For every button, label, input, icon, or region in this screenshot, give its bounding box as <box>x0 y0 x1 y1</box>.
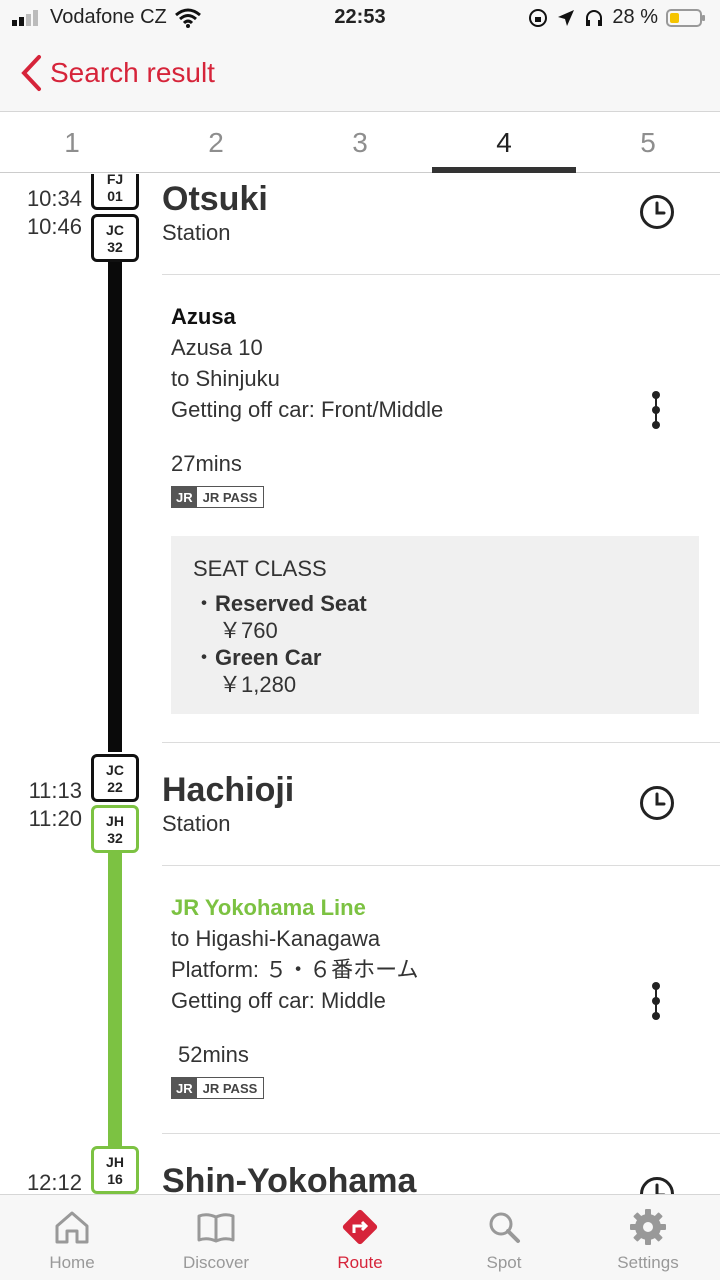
getting-off-car: Getting off car: Front/Middle <box>171 397 444 422</box>
gear-icon <box>630 1209 666 1245</box>
tab-settings[interactable]: Settings <box>576 1195 720 1280</box>
departure-time: 11:20 <box>28 806 82 831</box>
chevron-left-icon <box>21 55 41 91</box>
seat-class-heading: SEAT CLASS <box>193 556 327 581</box>
chuo-line-bar <box>108 262 122 752</box>
tab-route-2[interactable]: 2 <box>144 113 288 172</box>
back-button[interactable]: Search result <box>20 54 215 92</box>
train-name: Azusa <box>171 304 236 329</box>
arrival-time: 11:13 <box>28 778 82 803</box>
lock-rotation-icon <box>529 8 548 27</box>
tab-home[interactable]: Home <box>0 1195 144 1280</box>
travel-duration: 52mins <box>178 1042 249 1067</box>
home-icon <box>55 1211 89 1244</box>
status-bar: Vodafone CZ 22:53 28 % <box>0 0 720 36</box>
tab-spot[interactable]: Spot <box>432 1195 576 1280</box>
tab-route-4[interactable]: 4 <box>432 113 576 173</box>
arrival-time: 10:34 <box>26 186 82 211</box>
jr-logo: JR <box>172 1078 197 1098</box>
route-detail: 10:34 10:46 FJ 01 JC 32 Otsuki Station Azu… <box>0 174 720 1194</box>
train-segment-info: JR Yokohama Line to Higashi-Kanagawa Pla… <box>171 892 418 1016</box>
station-name[interactable]: Otsuki <box>162 180 268 219</box>
yokohama-line-bar <box>108 852 122 1148</box>
getting-off-car: Getting off car: Middle <box>171 988 386 1013</box>
divider <box>162 274 720 275</box>
battery-icon <box>666 8 705 27</box>
jr-pass-label: JR PASS <box>202 1080 258 1096</box>
platform-info: Platform: ５・６番ホーム <box>171 957 419 982</box>
book-icon <box>197 1213 235 1243</box>
location-icon <box>558 9 575 26</box>
tab-label: Route <box>337 1253 383 1272</box>
jr-pass-label: JR PASS <box>202 489 258 505</box>
tab-discover[interactable]: Discover <box>144 1195 288 1280</box>
clock-icon[interactable] <box>639 194 675 230</box>
route-icon <box>342 1209 378 1245</box>
train-direction: to Higashi-Kanagawa <box>171 926 381 951</box>
tab-label: Home <box>49 1253 95 1272</box>
divider <box>162 1133 720 1134</box>
tab-route[interactable]: Route <box>288 1195 432 1280</box>
bottom-tab-bar: Home Discover Route Spot Settings <box>0 1194 720 1280</box>
battery-percent: 28 % <box>612 6 658 28</box>
train-direction: to Shinjuku <box>171 366 280 391</box>
more-vertical-icon[interactable] <box>646 390 666 430</box>
divider <box>162 865 720 866</box>
headphones-icon <box>586 9 603 26</box>
tab-label: Settings <box>617 1253 679 1272</box>
station-name[interactable]: Shin-Yokohama <box>162 1162 416 1194</box>
search-icon <box>489 1212 520 1243</box>
departure-time: 10:46 <box>26 214 82 239</box>
clock-icon[interactable] <box>639 1176 675 1194</box>
station-label: Station <box>162 811 231 836</box>
navigation-bar: Search result <box>0 36 720 112</box>
tab-route-5[interactable]: 5 <box>576 113 720 172</box>
tab-label: Spot <box>486 1253 522 1272</box>
seat-class-price: ￥1,280 <box>219 672 297 697</box>
more-vertical-icon[interactable] <box>646 981 666 1021</box>
station-code-badge: JH 32 <box>91 805 139 853</box>
station-code-badge: FJ 01 <box>91 174 139 210</box>
station-code-badge: JH 16 <box>91 1146 139 1194</box>
station-label: Station <box>162 220 231 245</box>
back-label: Search result <box>50 57 215 88</box>
jr-logo: JR <box>172 487 197 507</box>
station-code-badge: JC 32 <box>91 214 139 262</box>
route-tabs: 1 2 3 4 5 <box>0 113 720 173</box>
seat-class-panel: SEAT CLASS ・Reserved Seat ￥760 ・Green Ca… <box>171 536 699 714</box>
tab-label: Discover <box>182 1253 250 1272</box>
jr-pass-badge: JR JR PASS <box>171 1077 265 1099</box>
jr-pass-badge: JR JR PASS <box>171 486 265 508</box>
station-code-badge: JC 22 <box>91 754 139 802</box>
station-name[interactable]: Hachioji <box>162 771 294 810</box>
line-name: JR Yokohama Line <box>171 895 366 920</box>
travel-duration: 27mins <box>171 451 242 476</box>
train-number: Azusa 10 <box>171 335 263 360</box>
tab-route-1[interactable]: 1 <box>0 113 144 172</box>
divider <box>162 742 720 743</box>
tab-route-3[interactable]: 3 <box>288 113 432 172</box>
clock-icon[interactable] <box>639 785 675 821</box>
train-segment-info: Azusa Azusa 10 to Shinjuku Getting off c… <box>171 301 443 425</box>
arrival-time: 12:12 <box>26 1170 82 1194</box>
